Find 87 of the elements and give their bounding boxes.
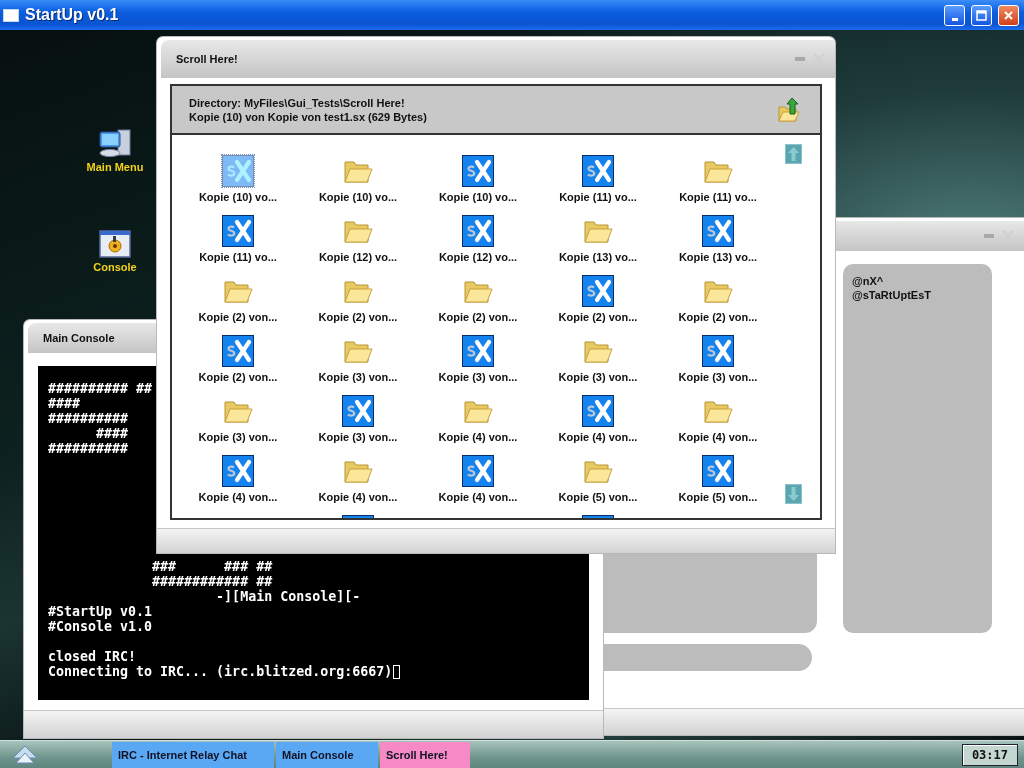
cross-tile-icon[interactable] [462,155,494,187]
file-label: Kopie (2) von... [198,371,278,384]
file-label: Kopie (4) von... [438,431,518,444]
computer-icon[interactable] [98,128,132,158]
folder-up-icon[interactable] [778,97,800,122]
console-line: #### [48,396,81,411]
user-name[interactable]: @nX^ [852,274,983,288]
console-line: Connecting to IRC... (irc.blitzed.org:6667) [48,664,393,679]
file-label: Kopie (12) vo... [438,251,518,264]
file-label: Kopie (5) von... [678,491,758,504]
console-line: #Console v1.0 [48,619,153,634]
file-label: Kopie (3) von... [198,431,278,444]
file-label: Kopie (4) von... [198,491,278,504]
file-label: Kopie (4) von... [318,491,398,504]
file-label: Kopie (2) von... [318,311,398,324]
console-line: ########## [48,411,129,426]
file-label: Kopie (4) von... [558,431,638,444]
file-label: Kopie (4) von... [438,491,518,504]
file-label: Kopie (13) vo... [678,251,758,264]
file-label: Kopie (3) von... [438,371,518,384]
taskbar-button[interactable]: Main Console [276,741,378,768]
window-title: StartUp v0.1 [25,6,120,24]
scroll-down-button[interactable] [785,484,802,504]
file-label: Kopie (11) vo... [679,191,757,204]
file-label: Kopie (11) vo... [199,251,277,264]
file-info: Kopie (10) von Kopie von test1.sx (629 Bytes) [189,109,428,124]
file-label: Kopie (10) vo... [438,191,518,204]
console-line: ########## ## [48,381,153,396]
cross-tile-icon[interactable] [462,455,494,487]
taskbar-button[interactable]: IRC - Internet Relay Chat [112,741,274,768]
cross-tile-icon[interactable] [222,155,254,187]
message-input[interactable] [603,644,812,671]
file-label: Kopie (3) von... [318,431,398,444]
cross-tile-icon[interactable] [222,455,254,487]
file-label: Kopie (2) von... [558,311,638,324]
minimize-button[interactable] [944,4,965,26]
file-label: Kopie (10) vo... [198,191,278,204]
maximize-icon [976,9,987,21]
cross-tile-icon[interactable] [462,215,494,247]
file-label: Kopie (3) von... [678,371,758,384]
file-label: Kopie (3) von... [318,371,398,384]
minimize-icon [951,17,958,21]
window-title: Main Console [43,332,116,344]
text-cursor [393,664,401,679]
console-line: #### [95,426,129,441]
window-title: Scroll Here! [176,53,239,65]
console-line: ############ ## [151,574,273,589]
cross-tile-icon[interactable] [222,335,254,367]
file-label: Kopie (11) vo... [559,191,637,204]
window-icon [3,8,19,22]
taskbar-button[interactable]: Scroll Here! [380,741,470,768]
arrow-down-icon [788,487,799,501]
file-label: Kopie (2) von... [438,311,518,324]
console-line: #StartUp v0.1 [48,604,153,619]
file-label: Kopie (3) von... [558,371,638,384]
file-label: Kopie (2) von... [678,311,758,324]
desktop-icon-label[interactable]: Console [93,261,137,273]
close-button[interactable] [998,4,1019,26]
file-label: Kopie (2) von... [198,311,278,324]
clock: 03:17 [961,743,1018,766]
cross-tile-icon[interactable] [582,395,614,427]
desktop-icon-label[interactable]: Main Menu [86,161,144,173]
file-label: Kopie (10) vo... [318,191,398,204]
cross-tile-icon[interactable] [702,455,734,487]
cross-tile-icon[interactable] [342,395,374,427]
arrow-up-icon [788,147,799,161]
file-label: Kopie (12) vo... [318,251,398,264]
cross-tile-icon[interactable] [582,275,614,307]
console-line: ### ### ## [151,559,273,574]
file-label: Kopie (13) vo... [558,251,638,264]
cross-tile-icon[interactable] [222,215,254,247]
scroll-up-button[interactable] [785,144,802,164]
close-icon [1003,9,1014,21]
cross-tile-icon[interactable] [462,335,494,367]
console-line: closed IRC! [48,649,137,664]
cross-tile-icon[interactable] [582,155,614,187]
user-name[interactable]: @sTaRtUptEsT [852,288,983,302]
triangles-icon [12,744,38,765]
file-label: Kopie (4) von... [678,431,758,444]
maximize-button[interactable] [971,4,992,26]
console-line: -][Main Console][- [215,589,361,604]
directory-path: Directory: MyFiles\Gui_Tests\Scroll Here! [189,95,406,110]
file-label: Kopie (5) von... [558,491,638,504]
cross-tile-icon[interactable] [702,215,734,247]
cross-tile-icon[interactable] [702,335,734,367]
window-gear-icon[interactable] [99,230,131,258]
console-line: ########## [48,441,129,456]
